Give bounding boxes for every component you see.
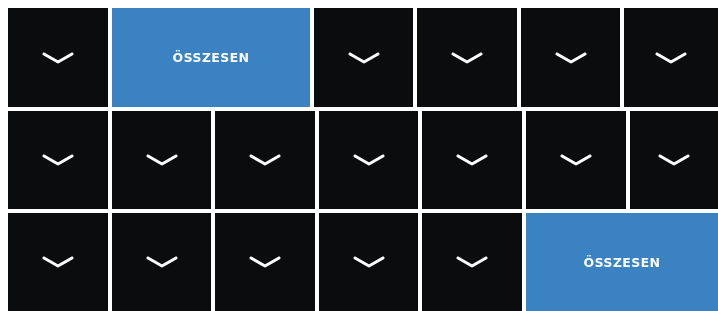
total-label: ÖSSZESEN [172, 50, 250, 65]
dropdown-tile-r3-c1[interactable] [8, 213, 108, 311]
chevron-down-icon [348, 52, 379, 63]
chevron-down-icon [42, 52, 74, 63]
dropdown-tile-r3-c2[interactable] [112, 213, 211, 311]
chevron-down-icon [353, 154, 384, 166]
chevron-down-icon [456, 256, 488, 268]
dropdown-tile-r1-c6[interactable] [624, 8, 718, 107]
chevron-down-icon [249, 256, 281, 268]
dropdown-tile-r1-c5[interactable] [521, 8, 620, 107]
dropdown-tile-r2-c3[interactable] [215, 111, 315, 209]
dropdown-tile-r2-c2[interactable] [112, 111, 211, 209]
dropdown-tile-r2-c1[interactable] [8, 111, 108, 209]
chevron-down-icon [560, 154, 592, 166]
chevron-down-icon [655, 52, 687, 63]
dropdown-tile-r3-c3[interactable] [215, 213, 315, 311]
dropdown-tile-r2-c7[interactable] [630, 111, 718, 209]
dropdown-tile-r1-c1[interactable] [8, 8, 108, 107]
chevron-down-icon [146, 154, 177, 166]
total-tile-r3[interactable]: ÖSSZESEN [526, 213, 718, 311]
dropdown-tile-r3-c4[interactable] [319, 213, 418, 311]
total-tile-r1[interactable]: ÖSSZESEN [112, 8, 310, 107]
chevron-down-icon [249, 154, 281, 166]
dropdown-tile-r3-c5[interactable] [422, 213, 522, 311]
dropdown-tile-r1-c3[interactable] [314, 8, 413, 107]
chevron-down-icon [146, 256, 177, 268]
chevron-down-icon [658, 154, 690, 166]
dropdown-tile-r1-c4[interactable] [417, 8, 517, 107]
dropdown-tile-r2-c6[interactable] [526, 111, 626, 209]
chevron-down-icon [42, 154, 74, 166]
dropdown-tile-r2-c5[interactable] [422, 111, 522, 209]
chevron-down-icon [451, 52, 483, 63]
chevron-down-icon [555, 52, 586, 63]
dropdown-tile-r2-c4[interactable] [319, 111, 418, 209]
total-label: ÖSSZESEN [583, 254, 661, 270]
chevron-down-icon [353, 256, 384, 268]
chevron-down-icon [456, 154, 488, 166]
chevron-down-icon [42, 256, 74, 268]
